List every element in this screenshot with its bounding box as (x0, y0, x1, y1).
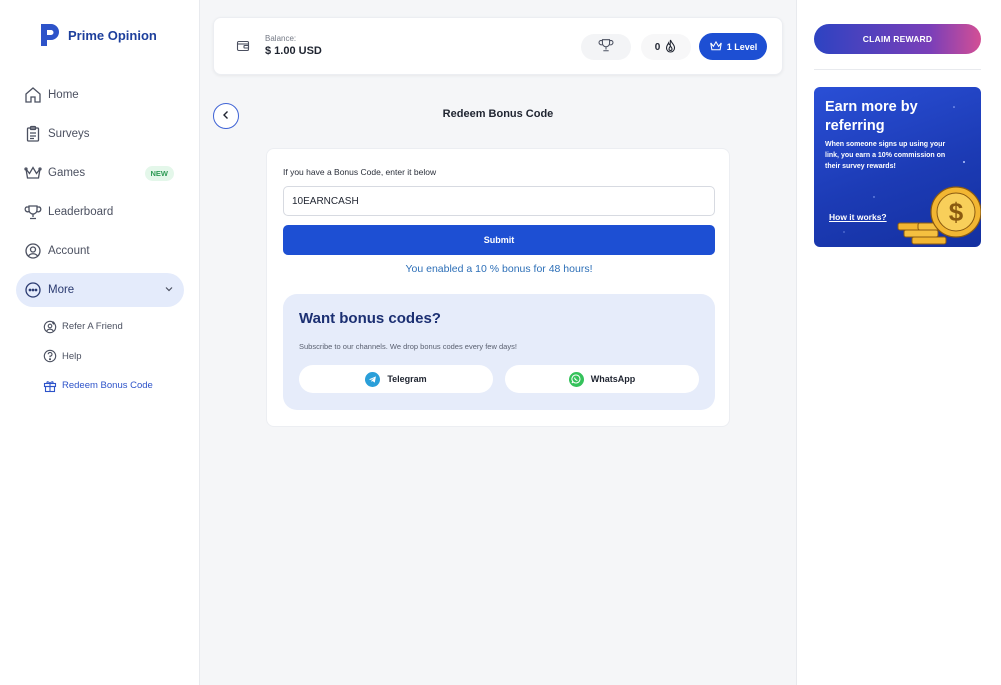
header-bar: Balance: $ 1.00 USD 0 1 Level (213, 17, 783, 75)
svg-text:$: $ (949, 197, 964, 227)
leaderboard-button[interactable] (581, 34, 631, 60)
refer-promo-card[interactable]: Earn more by referring When someone sign… (814, 87, 981, 247)
submit-button[interactable]: Submit (283, 225, 715, 255)
sidebar-item-surveys[interactable]: Surveys (16, 117, 184, 151)
streak-count: 0 (654, 41, 661, 53)
subnav-item-redeem-bonus-code[interactable]: Redeem Bonus Code (43, 371, 153, 401)
whatsapp-icon (568, 371, 584, 387)
sidebar-item-home[interactable]: Home (16, 78, 184, 112)
logo[interactable]: Prime Opinion (38, 22, 157, 48)
gift-icon (43, 379, 57, 393)
telegram-label: Telegram (387, 374, 427, 384)
sidebar-item-label: Leaderboard (48, 206, 114, 218)
sidebar-item-label: More (48, 284, 75, 296)
wallet-icon (236, 39, 250, 58)
refer-icon (43, 320, 57, 334)
sidebar-nav: Home Surveys Games NEW Leaderboard Accou… (16, 78, 184, 312)
crown-icon (24, 164, 42, 182)
balance-label: Balance: (265, 34, 297, 43)
subnav-item-help[interactable]: Help (43, 342, 153, 372)
level-label: 1 Level (726, 41, 758, 52)
subnav-item-label: Redeem Bonus Code (62, 380, 153, 392)
bonus-codes-promo: Want bonus codes? Subscribe to our chann… (283, 294, 715, 410)
new-badge: NEW (144, 165, 174, 181)
subnav-item-refer-a-friend[interactable]: Refer A Friend (43, 312, 153, 342)
divider (814, 69, 981, 70)
whatsapp-label: WhatsApp (590, 374, 636, 384)
more-icon (24, 281, 42, 299)
home-icon (24, 86, 42, 104)
coin-stack-icon: $ (896, 185, 981, 247)
sidebar-item-label: Games (48, 167, 86, 179)
how-it-works-link[interactable]: How it works? (829, 212, 887, 222)
subnav-item-label: Refer A Friend (62, 321, 123, 333)
help-icon (43, 349, 57, 363)
clipboard-icon (24, 125, 42, 143)
chevron-left-icon (221, 107, 231, 125)
logo-icon (38, 22, 62, 48)
flame-icon (664, 39, 677, 56)
balance-value: $ 1.00 USD (265, 45, 322, 57)
crown-icon (709, 40, 723, 54)
sidebar-item-games[interactable]: Games NEW (16, 156, 184, 190)
trophy-icon (24, 203, 42, 221)
sidebar-item-label: Home (48, 89, 79, 101)
sidebar-item-more[interactable]: More (16, 273, 184, 307)
sidebar-item-leaderboard[interactable]: Leaderboard (16, 195, 184, 229)
page-title: Redeem Bonus Code (442, 108, 554, 120)
streak-counter[interactable]: 0 (641, 34, 691, 60)
sidebar-item-label: Surveys (48, 128, 90, 140)
bonus-code-hint: If you have a Bonus Code, enter it below (283, 167, 437, 177)
redeem-card: If you have a Bonus Code, enter it below… (266, 148, 730, 427)
user-circle-icon (24, 242, 42, 260)
refer-title: Earn more by referring (825, 99, 918, 134)
telegram-icon (365, 371, 381, 387)
logo-text: Prime Opinion (68, 27, 157, 43)
level-button[interactable]: 1 Level (699, 33, 767, 60)
success-message: You enabled a 10 % bonus for 48 hours! (405, 263, 593, 275)
promo-title: Want bonus codes? (299, 310, 441, 327)
chevron-down-icon (164, 281, 174, 299)
sidebar-item-account[interactable]: Account (16, 234, 184, 268)
right-panel: CLAIM REWARD Earn more by referring When… (796, 0, 1001, 685)
subnav-item-label: Help (62, 350, 82, 362)
more-subnav: Refer A Friend Help Redeem Bonus Code (43, 312, 153, 401)
trophy-icon (598, 37, 614, 58)
claim-reward-button[interactable]: CLAIM REWARD (814, 24, 981, 54)
whatsapp-button[interactable]: WhatsApp (505, 365, 699, 393)
bonus-code-input[interactable] (283, 186, 715, 216)
sidebar-item-label: Account (48, 245, 90, 257)
telegram-button[interactable]: Telegram (299, 365, 493, 393)
refer-body: When someone signs up using your link, y… (825, 141, 946, 170)
sidebar: Prime Opinion Home Surveys Games NEW Lea… (0, 0, 200, 685)
back-button[interactable] (213, 103, 239, 129)
promo-subtitle: Subscribe to our channels. We drop bonus… (299, 342, 517, 351)
